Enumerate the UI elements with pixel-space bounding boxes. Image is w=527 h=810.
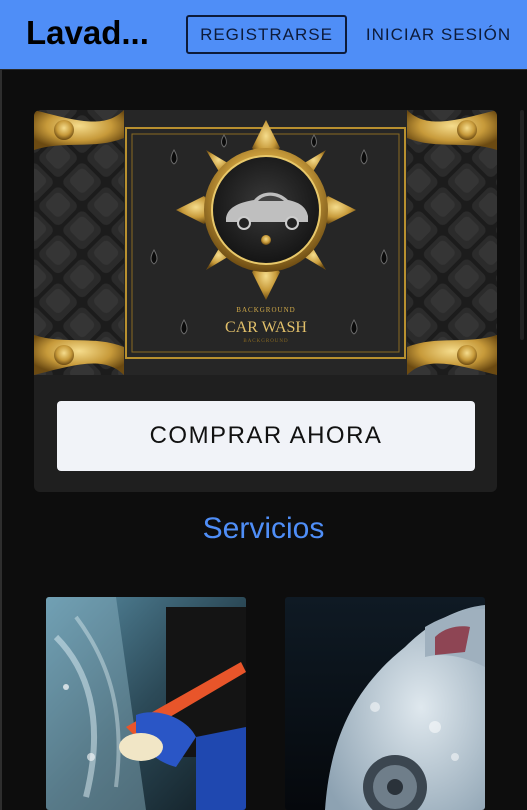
foam-wash-image bbox=[285, 597, 485, 810]
caption-small: BACKGROUND bbox=[236, 306, 295, 314]
car-wash-hero-image: BACKGROUND CAR WASH BACKGROUND bbox=[34, 110, 497, 375]
service-card-interior[interactable] bbox=[46, 597, 246, 810]
service-card-foam-wash[interactable] bbox=[285, 597, 485, 810]
buy-now-button[interactable]: COMPRAR AHORA bbox=[57, 401, 475, 471]
brand-title[interactable]: Lavad... bbox=[26, 14, 149, 52]
scrollbar[interactable] bbox=[520, 110, 524, 340]
app-bar: Lavad... REGISTRARSE INICIAR SESIÓN bbox=[0, 0, 527, 70]
services-title: Servicios bbox=[202, 512, 325, 545]
interior-cleaning-image bbox=[46, 597, 246, 810]
caption-car-wash: CAR WASH bbox=[225, 319, 307, 336]
hero-card: BACKGROUND CAR WASH BACKGROUND COMPRAR A… bbox=[34, 110, 497, 492]
register-button[interactable]: REGISTRARSE bbox=[186, 15, 347, 54]
caption-sub: BACKGROUND bbox=[243, 339, 288, 344]
login-button[interactable]: INICIAR SESIÓN bbox=[356, 15, 521, 54]
left-divider bbox=[0, 70, 2, 810]
